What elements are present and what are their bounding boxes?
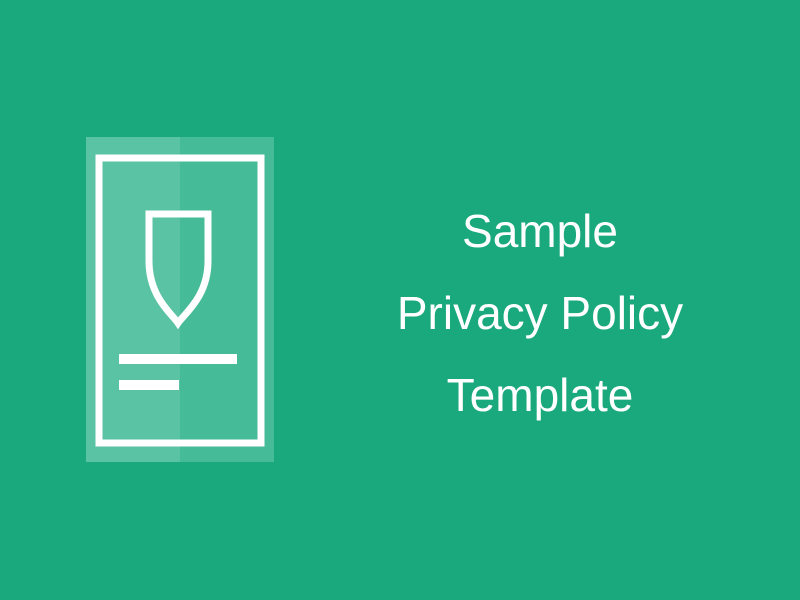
privacy-policy-banner: Sample Privacy Policy Template [0, 0, 800, 600]
document-shield-icon [86, 137, 274, 462]
title-line-2: Privacy Policy [396, 287, 684, 339]
banner-title: Sample Privacy Policy Template [360, 190, 720, 436]
title-line-3: Template [446, 369, 634, 421]
document-line-short [119, 380, 179, 390]
document-line-long [119, 354, 237, 364]
title-line-1: Sample [462, 205, 618, 257]
